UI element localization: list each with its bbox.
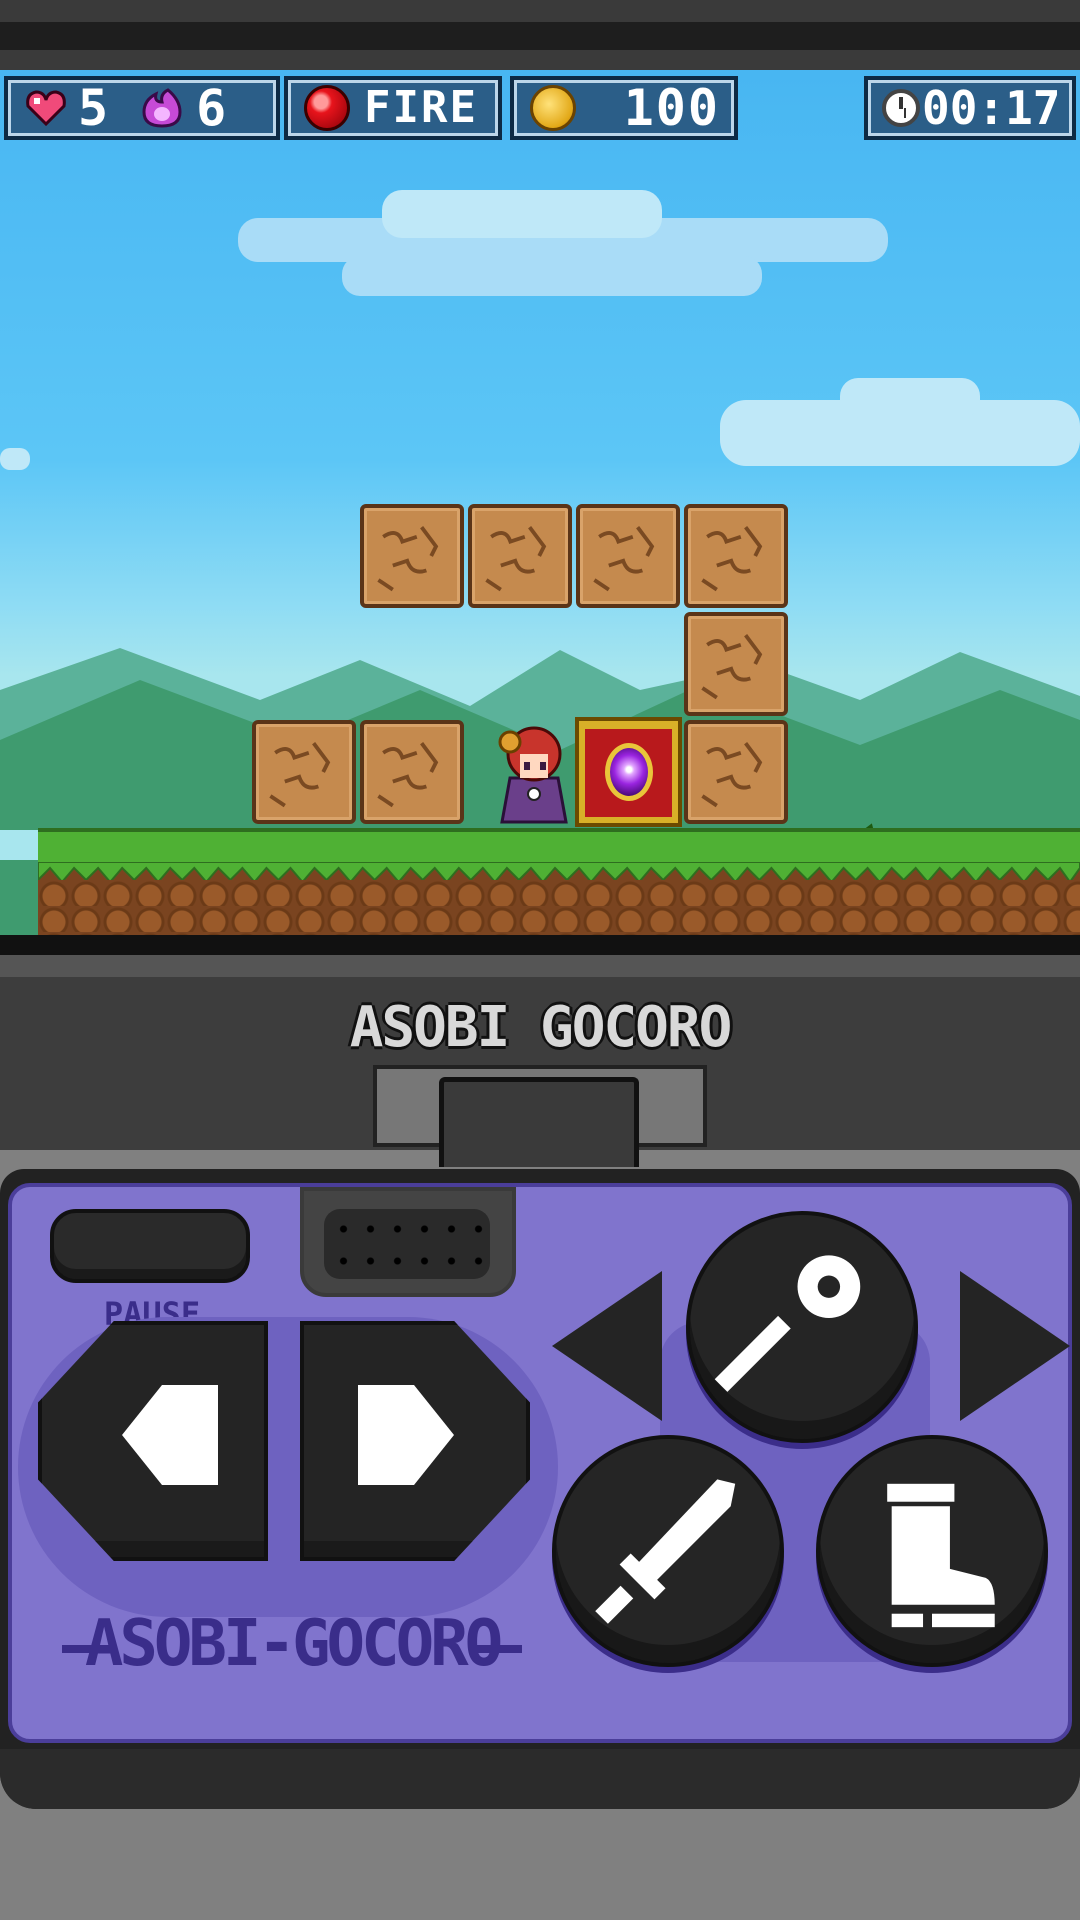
jump-button[interactable] [816,1435,1048,1667]
brick-block [684,612,788,716]
arrow-right-icon [358,1385,454,1485]
game-screen: 5 6 FIRE 100 00:17 [0,70,1080,935]
brick-block [468,504,572,608]
device-top: ASOBI GOCORO [0,955,1080,1167]
brick-block [684,504,788,608]
cloud [0,448,30,470]
hud-coins: 100 [510,76,738,140]
cycle-left-button[interactable] [552,1271,662,1421]
player-character [498,726,568,824]
arrow-left-icon [122,1385,218,1485]
hud-lives-magic: 5 6 [4,76,280,140]
speaker-grill [300,1187,516,1297]
flame-icon [142,88,182,128]
sword-attack-button[interactable] [552,1435,784,1667]
magic-count: 6 [196,79,229,137]
brand-logo-bottom: ASOBI-GOCORO [84,1607,503,1681]
hud-timer: 00:17 [864,76,1076,140]
coin-count: 100 [623,79,720,137]
purple-gem-icon [605,743,653,801]
brand-logo-top: ASOBI GOCORO [349,995,733,1060]
timer-value: 00:17 [922,81,1061,135]
brick-block [360,720,464,824]
handheld-device: ASOBI GOCORO PAUSE ASOBI-GOCORO [0,955,1080,1920]
brick-block [684,720,788,824]
brick-block [252,720,356,824]
controller-face: PAUSE ASOBI-GOCORO [8,1183,1072,1743]
sword-icon [595,1479,736,1624]
cloud [382,190,662,238]
clock-icon [882,89,920,127]
cloud [840,378,980,418]
screen-frame [0,935,1080,955]
brick-block [360,504,464,608]
controller: PAUSE ASOBI-GOCORO [0,1169,1080,1809]
fire-orb-icon [304,85,350,131]
brick-block [576,504,680,608]
magic-staff-button[interactable] [686,1211,918,1443]
cycle-right-button[interactable] [960,1271,1070,1421]
background-hill [0,860,38,935]
treasure-chest [575,717,682,827]
pause-button[interactable] [50,1209,250,1283]
element-label: FIRE [364,82,478,133]
hud-element: FIRE [284,76,502,140]
lives-count: 5 [78,79,111,137]
brand-line [474,1645,522,1653]
ground-platform [38,828,1080,935]
cartridge-slot [373,1065,707,1167]
staff-icon [714,1255,861,1392]
coin-icon [530,85,576,131]
cloud [342,256,762,296]
top-bezel [0,0,1080,70]
game-root: 5 6 FIRE 100 00:17 ASOBI GOCORO PAUSE AS… [0,0,1080,1920]
heart-icon [26,90,66,126]
boot-icon [887,1483,995,1628]
controller-base [0,1749,1080,1809]
